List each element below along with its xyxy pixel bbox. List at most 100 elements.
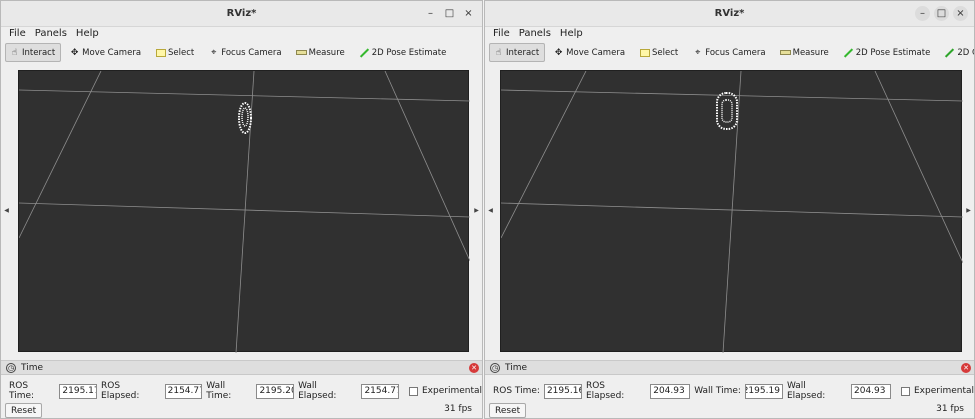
tool-focus-camera[interactable]: ⌖ Focus Camera [688,43,771,62]
tool-label: Interact [22,47,56,58]
right-dock-handle[interactable]: ▶ [964,65,973,356]
menu-file[interactable]: File [9,27,26,41]
focus-camera-icon: ⌖ [211,47,217,58]
close-button[interactable]: × [953,6,968,21]
wall-elapsed-label: Wall Elapsed: [298,381,337,401]
close-button[interactable]: × [461,6,476,21]
time-panel-title: Time [21,362,44,373]
tool-label: 2D Pose Estimate [855,47,931,58]
select-icon [155,47,166,58]
tool-2d-pose-estimate[interactable]: 2D Pose Estimate [355,43,453,62]
move-camera-icon: ✥ [70,47,79,58]
wall-time-label: Wall Time: [206,381,232,401]
tool-2d-pose-estimate[interactable]: 2D Pose Estimate [839,43,937,62]
grid-view [501,71,963,353]
hand-icon: ☝ [11,47,18,58]
point-cloud [238,102,252,134]
left-dock-handle[interactable]: ◀ [2,65,11,356]
measure-icon [295,47,307,58]
minimize-button[interactable]: – [423,6,438,21]
tool-select[interactable]: Select [635,43,684,62]
wall-elapsed-label: Wall Elapsed: [786,381,826,401]
grid-line [722,71,742,353]
menu-panels[interactable]: Panels [519,27,551,41]
tool-label: Select [652,47,679,58]
experimental-checkbox[interactable] [900,386,910,396]
close-panel-icon[interactable]: ✕ [961,363,971,373]
ros-elapsed-field[interactable]: 204.93 [650,383,691,399]
rviz-window-left: RViz* – □ × File Panels Help ☝ Interact ✥… [0,0,483,419]
time-panel: ◷ Time ✕ ROS Time: 2195.16 ROS Elapsed: … [485,360,975,418]
menu-bar: File Panels Help [485,27,974,41]
tool-label: Focus Camera [221,47,282,58]
maximize-button[interactable]: □ [442,6,457,21]
wall-time-label: Wall Time: [694,386,741,396]
clock-icon: ◷ [490,362,500,373]
right-dock-handle[interactable]: ▶ [472,65,481,356]
time-panel-header: ◷ Time ✕ [485,361,974,375]
tool-label: Interact [506,47,540,58]
focus-camera-icon: ⌖ [695,47,701,58]
ros-time-field[interactable]: 2195.16 [543,383,582,399]
time-panel: ◷ Time ✕ ROS Time: 2195.17 ROS Elapsed: … [1,360,483,418]
fps-readout: 31 fps [936,404,964,414]
tool-measure[interactable]: Measure [776,43,835,62]
ros-time-field[interactable]: 2195.17 [59,383,98,399]
tool-interact[interactable]: ☝ Interact [489,43,546,62]
title-bar[interactable]: RViz* – □ × [1,1,482,27]
tool-label: 2D Goal Pose [957,47,974,58]
ros-elapsed-label: ROS Elapsed: [585,381,625,401]
menu-help[interactable]: Help [76,27,99,41]
tool-move-camera[interactable]: ✥ Move Camera [65,43,147,62]
ros-time-label: ROS Time: [9,381,35,401]
tool-2d-goal-pose[interactable]: 2D Goal Pose [940,43,974,62]
3d-viewport[interactable] [500,70,963,353]
experimental-label: Experimental [913,386,975,396]
ros-time-label: ROS Time: [493,386,540,396]
move-camera-icon: ✥ [554,47,563,58]
experimental-checkbox[interactable] [409,386,418,396]
tool-focus-camera[interactable]: ⌖ Focus Camera [204,43,287,62]
wall-elapsed-field[interactable]: 2154.77 [361,383,400,399]
goal-pose-icon [944,47,955,58]
minimize-button[interactable]: – [915,6,930,21]
reset-button[interactable]: Reset [489,403,527,418]
title-bar[interactable]: RViz* – □ × [485,1,974,27]
tool-interact[interactable]: ☝ Interact [5,43,62,62]
menu-panels[interactable]: Panels [35,27,67,41]
menu-file[interactable]: File [493,27,510,41]
tool-move-camera[interactable]: ✥ Move Camera [549,43,631,62]
experimental-label: Experimental [422,386,483,396]
ros-elapsed-label: ROS Elapsed: [101,381,140,401]
maximize-button[interactable]: □ [934,6,949,21]
grid-line [19,71,102,239]
grid-line [501,89,963,102]
ros-elapsed-field[interactable]: 2154.77 [164,383,203,399]
grid-line [384,71,470,262]
tool-label: Move Camera [82,47,142,58]
clock-icon: ◷ [6,362,16,373]
tool-measure[interactable]: Measure [292,43,351,62]
menu-help[interactable]: Help [560,27,583,41]
grid-view [19,71,470,353]
measure-icon [779,47,791,58]
point-cloud [716,92,738,130]
tool-label: 2D Pose Estimate [371,47,447,58]
select-icon [639,47,650,58]
tool-label: Focus Camera [705,47,766,58]
tool-bar: ☝ Interact ✥ Move Camera Select ⌖ Focus Cam… [5,42,478,63]
reset-button[interactable]: Reset [5,403,43,418]
tool-label: Measure [792,47,829,58]
left-dock-handle[interactable]: ◀ [486,65,495,356]
tool-label: Select [168,47,195,58]
window-title: RViz* [714,8,745,19]
tool-select[interactable]: Select [151,43,200,62]
tool-label: Measure [308,47,345,58]
close-panel-icon[interactable]: ✕ [469,363,479,373]
wall-time-field[interactable]: 2195.20 [256,383,295,399]
time-panel-title: Time [505,362,528,373]
wall-elapsed-field[interactable]: 204.93 [851,383,891,399]
3d-viewport[interactable] [18,70,470,353]
pose-estimate-icon [843,47,854,58]
wall-time-field[interactable]: 32195.19 [744,383,783,399]
